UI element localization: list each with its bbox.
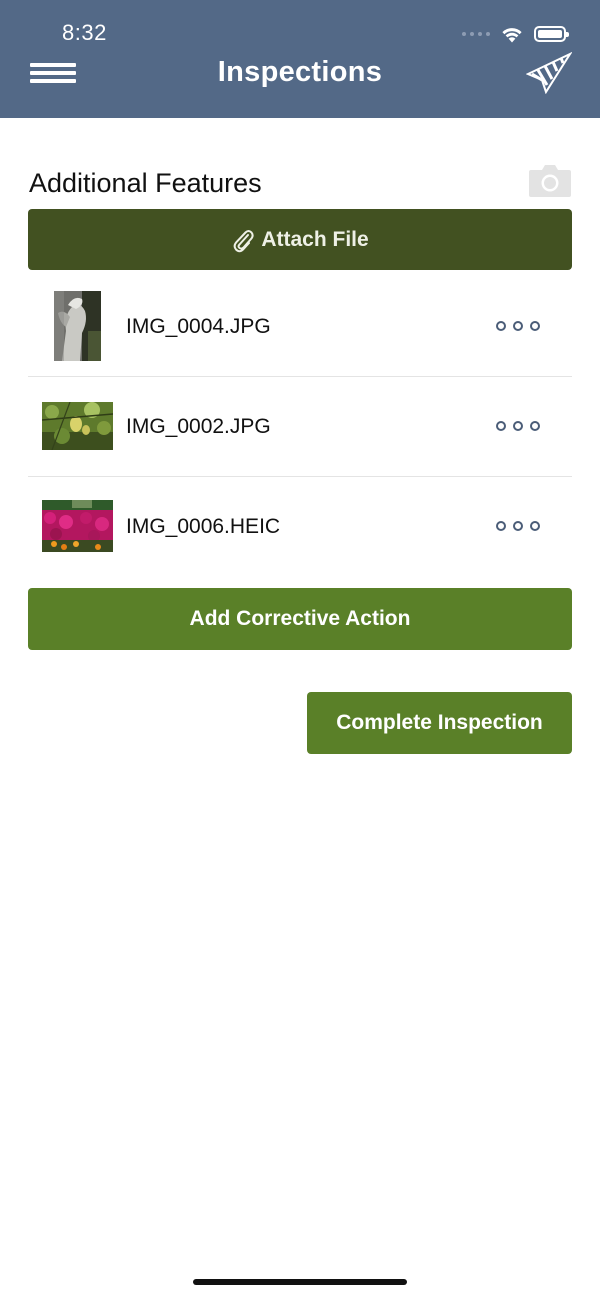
wifi-icon	[502, 28, 522, 43]
file-name: IMG_0004.JPG	[126, 314, 271, 338]
list-item[interactable]: IMG_0006.HEIC	[28, 477, 572, 576]
list-item[interactable]: IMG_0002.JPG	[28, 377, 572, 477]
file-name: IMG_0002.JPG	[126, 414, 271, 438]
more-options-icon[interactable]	[496, 415, 540, 437]
cellular-signal-icon	[462, 32, 490, 36]
battery-icon	[534, 26, 569, 42]
page-title: Inspections	[217, 56, 383, 88]
status-icons	[462, 22, 569, 46]
statue-photo-thumbnail[interactable]	[54, 291, 101, 361]
section-title: Additional Features	[29, 168, 262, 198]
add-corrective-action-button[interactable]: Add Corrective Action	[28, 588, 572, 650]
attachment-list: IMG_0004.JPG IMG_0002.JPG IMG_0006.HEIC	[28, 277, 572, 576]
status-time: 8:32	[62, 20, 107, 45]
app-logo-icon[interactable]	[526, 52, 572, 94]
attach-file-button[interactable]: Attach File	[28, 209, 572, 270]
more-options-icon[interactable]	[496, 515, 540, 537]
home-indicator[interactable]	[193, 1279, 407, 1285]
attach-file-label: Attach File	[261, 227, 369, 251]
complete-inspection-button[interactable]: Complete Inspection	[307, 692, 572, 754]
file-name: IMG_0006.HEIC	[126, 514, 281, 538]
camera-icon[interactable]	[528, 162, 572, 198]
lemon-tree-photo-thumbnail[interactable]	[42, 402, 113, 450]
list-item[interactable]: IMG_0004.JPG	[28, 277, 572, 377]
paperclip-icon	[233, 229, 254, 252]
app-header: 8:32 Inspections	[0, 0, 600, 118]
more-options-icon[interactable]	[496, 315, 540, 337]
flower-bed-photo-thumbnail[interactable]	[42, 500, 113, 552]
